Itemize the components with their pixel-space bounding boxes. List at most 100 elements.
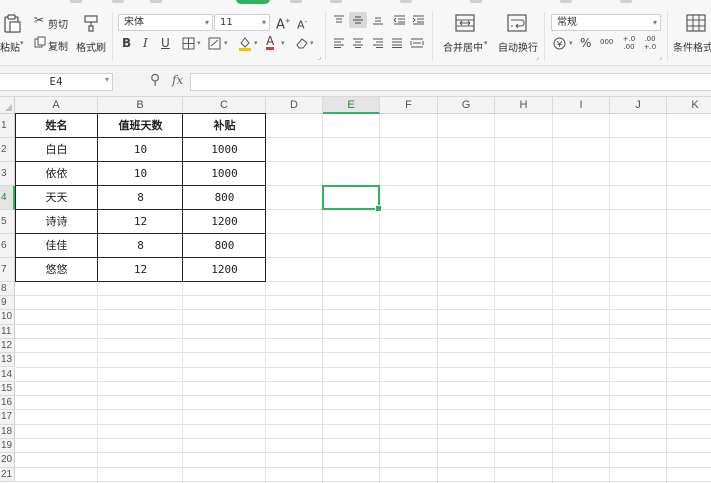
fill-color-icon[interactable] xyxy=(238,36,252,51)
menu-item[interactable] xyxy=(290,0,302,3)
name-box[interactable]: E4 xyxy=(0,73,113,91)
borders-icon[interactable] xyxy=(182,37,195,50)
table-cell[interactable]: 8 xyxy=(98,186,183,210)
menu-item[interactable] xyxy=(112,0,124,3)
decrease-decimal-button[interactable]: .00 +.0 xyxy=(643,35,657,51)
chevron-down-icon[interactable]: ▾ xyxy=(569,39,573,47)
table-header-cell[interactable]: 值班天数 xyxy=(98,114,183,138)
row-header-17[interactable]: 17 xyxy=(0,410,15,425)
zoom-icon[interactable]: ⚲ xyxy=(150,72,160,88)
menu-item[interactable] xyxy=(470,0,482,3)
table-cell[interactable]: 10 xyxy=(98,138,183,162)
row-header-1[interactable]: 1 xyxy=(0,114,15,138)
column-header-j[interactable]: J xyxy=(610,97,667,114)
column-header-b[interactable]: B xyxy=(98,97,183,114)
row-header-19[interactable]: 19 xyxy=(0,439,15,454)
clear-format-icon[interactable] xyxy=(295,37,308,49)
column-header-h[interactable]: H xyxy=(495,97,553,114)
italic-button[interactable]: I xyxy=(143,36,148,50)
spreadsheet-grid[interactable]: ABCDEFGHIJK 1 2 3 4 5 6 7 8 9 10 11 12 13 14 15 16 17 18 1… xyxy=(0,97,711,483)
row-header-13[interactable]: 13 xyxy=(0,353,15,368)
increase-decimal-button[interactable]: +.0 .00 xyxy=(622,35,636,51)
row-header-20[interactable]: 20 xyxy=(0,453,15,468)
align-bottom-icon[interactable] xyxy=(372,15,384,25)
table-cell[interactable]: 800 xyxy=(183,186,266,210)
row-header-10[interactable]: 10 xyxy=(0,310,15,325)
table-cell[interactable]: 佳佳 xyxy=(15,234,98,258)
table-header-cell[interactable]: 姓名 xyxy=(15,114,98,138)
cell-style-icon[interactable] xyxy=(208,37,221,50)
menu-item[interactable] xyxy=(150,0,162,3)
row-header-12[interactable]: 12 xyxy=(0,338,15,354)
alignment-dialog-launcher-icon[interactable]: ⌟ xyxy=(536,53,539,61)
table-cell[interactable]: 10 xyxy=(98,162,183,186)
number-format-select[interactable]: 常规 ▾ xyxy=(551,14,661,31)
row-header-2[interactable]: 2 xyxy=(0,138,15,162)
chevron-down-icon[interactable]: ▾ xyxy=(105,75,109,84)
menu-item[interactable] xyxy=(620,0,632,3)
row-header-5[interactable]: 5 xyxy=(0,210,15,234)
active-cell-selection[interactable] xyxy=(322,185,382,212)
bold-button[interactable]: B xyxy=(122,36,131,50)
table-cell[interactable]: 依依 xyxy=(15,162,98,186)
column-header-e[interactable]: E xyxy=(323,97,380,114)
font-size-select[interactable]: 11 ▾ xyxy=(214,14,270,31)
table-cell[interactable]: 天天 xyxy=(15,186,98,210)
decrease-font-size-icon[interactable]: A- xyxy=(297,15,307,33)
chevron-down-icon[interactable]: ▾ xyxy=(310,39,314,47)
column-header-a[interactable]: A xyxy=(15,97,98,114)
table-cell[interactable]: 800 xyxy=(183,234,266,258)
font-color-icon[interactable]: A xyxy=(266,35,275,50)
table-header-cell[interactable]: 补贴 xyxy=(183,114,266,138)
chevron-down-icon[interactable]: ▾ xyxy=(254,39,258,47)
table-cell[interactable]: 1200 xyxy=(183,210,266,234)
menu-item[interactable] xyxy=(400,0,412,3)
insert-function-icon[interactable]: fx xyxy=(172,73,183,87)
menu-item[interactable] xyxy=(330,0,342,3)
column-header-g[interactable]: G xyxy=(438,97,495,114)
distributed-align-icon[interactable] xyxy=(410,37,424,49)
row-header-7[interactable]: 7 xyxy=(0,258,15,282)
align-left-icon[interactable] xyxy=(333,38,345,48)
row-header-15[interactable]: 15 xyxy=(0,381,15,397)
currency-icon[interactable] xyxy=(553,37,566,50)
column-header-f[interactable]: F xyxy=(380,97,438,114)
row-header-3[interactable]: 3 xyxy=(0,162,15,186)
chevron-down-icon[interactable]: ▾ xyxy=(224,39,228,47)
table-cell[interactable]: 8 xyxy=(98,234,183,258)
row-header-18[interactable]: 18 xyxy=(0,424,15,439)
row-header-4[interactable]: 4 xyxy=(0,186,15,210)
align-right-icon[interactable] xyxy=(372,38,384,48)
active-tab-indicator[interactable] xyxy=(236,0,270,4)
menu-item[interactable] xyxy=(70,0,82,3)
font-dialog-launcher-icon[interactable]: ⌟ xyxy=(318,53,321,61)
increase-indent-icon[interactable] xyxy=(412,15,425,25)
align-top-icon[interactable] xyxy=(333,15,345,25)
underline-button[interactable]: U xyxy=(161,36,170,50)
row-header-6[interactable]: 6 xyxy=(0,234,15,258)
table-cell[interactable]: 1000 xyxy=(183,162,266,186)
justify-icon[interactable] xyxy=(391,38,403,48)
table-cell[interactable]: 12 xyxy=(98,258,183,282)
table-cell[interactable]: 诗诗 xyxy=(15,210,98,234)
chevron-down-icon[interactable]: ▾ xyxy=(197,39,201,47)
row-header-14[interactable]: 14 xyxy=(0,367,15,382)
percent-button[interactable]: % xyxy=(580,36,591,50)
row-header-8[interactable]: 8 xyxy=(0,282,15,296)
increase-font-size-icon[interactable]: A+ xyxy=(276,14,291,32)
row-header-21[interactable]: 21 xyxy=(0,467,15,482)
table-cell[interactable]: 白白 xyxy=(15,138,98,162)
column-header-i[interactable]: I xyxy=(553,97,610,114)
column-header-d[interactable]: D xyxy=(266,97,323,114)
font-name-select[interactable]: 宋体 ▾ xyxy=(118,14,213,31)
formula-input[interactable] xyxy=(190,73,711,91)
table-cell[interactable]: 悠悠 xyxy=(15,258,98,282)
menu-item[interactable] xyxy=(560,0,572,3)
align-center-icon[interactable] xyxy=(352,38,364,48)
thousands-separator-button[interactable]: 000 xyxy=(600,35,613,49)
column-header-k[interactable]: K xyxy=(667,97,711,114)
row-header-9[interactable]: 9 xyxy=(0,296,15,311)
chevron-down-icon[interactable]: ▾ xyxy=(281,39,285,47)
number-dialog-launcher-icon[interactable]: ⌟ xyxy=(659,53,662,61)
decrease-indent-icon[interactable] xyxy=(393,15,406,25)
